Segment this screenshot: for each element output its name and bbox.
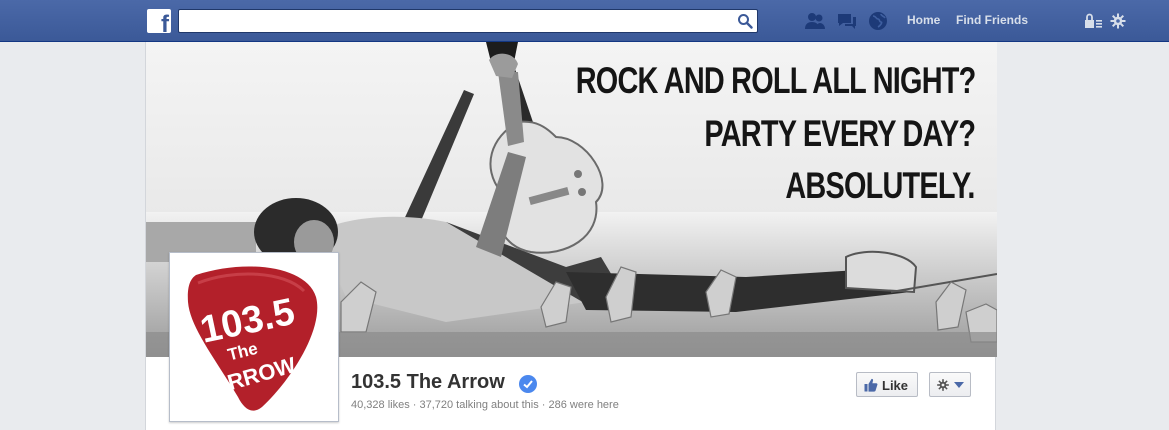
notifications-globe-icon[interactable] (867, 10, 889, 32)
messages-icon[interactable] (836, 10, 858, 32)
facebook-logo-letter: f (161, 11, 169, 34)
page-stats: 40,328 likes · 37,720 talking about this… (351, 399, 619, 411)
top-navigation-bar: f Home Find Friends (0, 0, 1169, 42)
page-options-button[interactable] (929, 372, 971, 397)
arrow-guitar-pick-logo: 103.5 The ARROW (174, 257, 334, 417)
nav-find-friends-link[interactable]: Find Friends (956, 13, 1028, 27)
friend-requests-icon[interactable] (804, 10, 826, 32)
cover-headline-line-3: ABSOLUTELY. (785, 165, 976, 206)
facebook-logo[interactable]: f (147, 9, 171, 33)
search-input[interactable] (179, 10, 729, 32)
thumbs-up-icon (864, 378, 878, 392)
like-button[interactable]: Like (856, 372, 918, 397)
cover-headline-line-1: ROCK AND ROLL ALL NIGHT? (575, 60, 976, 101)
profile-picture[interactable]: 103.5 The ARROW (169, 252, 339, 422)
chevron-down-icon (954, 382, 964, 388)
page-timeline: ROCK AND ROLL ALL NIGHT? PARTY EVERY DAY… (145, 42, 997, 430)
search-icon[interactable] (737, 13, 753, 29)
settings-gear-icon[interactable] (1109, 12, 1127, 30)
page-title[interactable]: 103.5 The Arrow (351, 371, 505, 394)
verified-badge-icon (519, 375, 537, 393)
privacy-lock-icon[interactable] (1083, 12, 1103, 30)
gear-icon (937, 379, 949, 391)
like-button-label: Like (882, 378, 909, 393)
search-box[interactable] (178, 9, 758, 33)
cover-headline-line-2: PARTY EVERY DAY? (704, 113, 976, 154)
nav-home-link[interactable]: Home (907, 13, 940, 27)
